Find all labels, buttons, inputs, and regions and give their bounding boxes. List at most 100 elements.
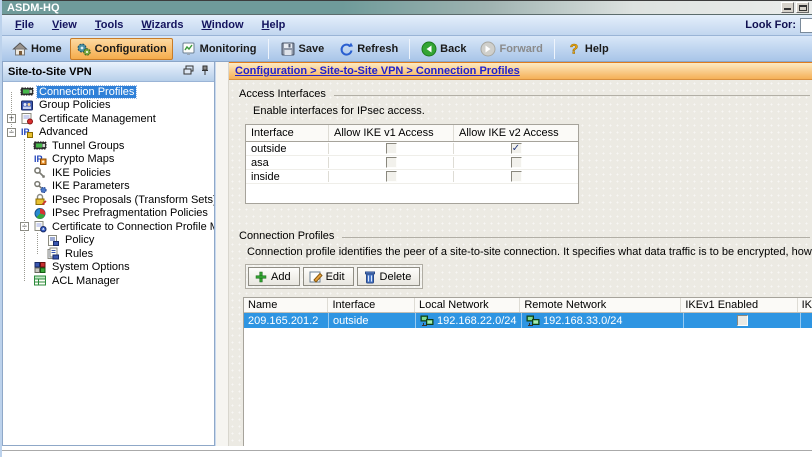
configuration-button[interactable]: Configuration — [70, 38, 173, 60]
cell-ikev1-enabled — [683, 313, 800, 328]
checkbox-unchecked[interactable] — [511, 157, 522, 168]
toolbar-button-label: Refresh — [357, 43, 398, 55]
tree-item-crypto-maps[interactable]: IPCrypto Maps — [3, 153, 214, 167]
column-header-allow-ike-v1-access[interactable]: Allow IKE v1 Access — [328, 125, 453, 141]
toolbar-separator — [268, 39, 269, 59]
connection-profiles-section-head: Connection Profiles — [239, 230, 810, 242]
acl-manager-icon — [33, 274, 47, 287]
tree-item-ike-parameters[interactable]: IKE Parameters — [3, 180, 214, 194]
home-button[interactable]: Home — [6, 38, 68, 60]
tree-item-ipsec-proposals-transform-sets[interactable]: IPsec Proposals (Transform Sets) — [3, 193, 214, 207]
section-rule — [334, 95, 810, 96]
tree-item-acl-manager[interactable]: ACL Manager — [3, 274, 214, 288]
checkbox-unchecked[interactable] — [386, 157, 397, 168]
look-for-input[interactable] — [800, 18, 812, 33]
add-button[interactable]: Add — [248, 267, 300, 286]
column-header-local-network[interactable]: Local Network — [414, 298, 519, 312]
tree-item-certificate-to-connection-profile-maps[interactable]: −Certificate to Connection Profile Maps — [3, 220, 214, 234]
access-table-row-outside[interactable]: outside✓ — [246, 142, 578, 156]
profile-row-209-165-201-2[interactable]: 209.165.201.2outside192.168.22.0/24192.1… — [244, 313, 812, 328]
column-header-name[interactable]: Name — [244, 298, 327, 312]
cell-interface: asa — [246, 157, 328, 169]
column-header-interface[interactable]: Interface — [327, 298, 413, 312]
refresh-button[interactable]: Refresh — [332, 38, 404, 60]
menu-tools[interactable]: Tools — [86, 17, 133, 33]
tree-item-policy[interactable]: Policy — [3, 234, 214, 248]
column-header-ik[interactable]: IK — [797, 298, 812, 312]
tree-item-system-options[interactable]: System Options — [3, 261, 214, 275]
tree-item-ipsec-prefragmentation-policies[interactable]: IPsec Prefragmentation Policies — [3, 207, 214, 221]
access-interfaces-section-head: Access Interfaces — [239, 88, 810, 100]
toolbar-button-label: Forward — [499, 43, 542, 55]
sidebar-header-icons — [183, 65, 209, 79]
cell-remote-network: 192.168.33.0/24 — [521, 313, 683, 328]
delete-icon — [362, 269, 377, 284]
advanced-icon: IP — [20, 126, 34, 139]
ipsec-prefragmentation-icon — [33, 207, 47, 220]
menu-file[interactable]: File — [6, 17, 43, 33]
panel-splitter[interactable] — [215, 62, 229, 446]
minimize-icon — [784, 8, 791, 10]
tree-item-advanced[interactable]: −IPAdvanced — [3, 126, 214, 140]
column-header-ikev1-enabled[interactable]: IKEv1 Enabled — [680, 298, 796, 312]
cell-name: 209.165.201.2 — [244, 313, 328, 328]
maximize-button[interactable] — [796, 2, 809, 13]
save-button[interactable]: Save — [274, 38, 331, 60]
column-header-remote-network[interactable]: Remote Network — [519, 298, 680, 312]
cell-ike-v1 — [328, 171, 453, 182]
column-header-allow-ike-v2-access[interactable]: Allow IKE v2 Access — [453, 125, 578, 141]
checkbox-unchecked[interactable] — [386, 143, 397, 154]
tree-item-label: ACL Manager — [50, 275, 121, 287]
tree-item-label: IPsec Prefragmentation Policies — [50, 207, 210, 219]
button-label: Add — [271, 271, 291, 283]
monitoring-button[interactable]: Monitoring — [175, 38, 263, 60]
breadcrumb[interactable]: Configuration > Site-to-Site VPN > Conne… — [235, 65, 520, 77]
cell-ike-v2 — [453, 157, 578, 168]
window-bottom — [2, 446, 812, 457]
checkbox-unchecked[interactable] — [386, 171, 397, 182]
forward-button[interactable]: Forward — [474, 38, 548, 60]
back-button[interactable]: Back — [415, 38, 472, 60]
certificate-management-icon — [20, 112, 34, 125]
access-interfaces-hint: Enable interfaces for IPsec access. — [253, 105, 812, 117]
column-header-interface[interactable]: Interface — [246, 125, 328, 141]
menu-window[interactable]: Window — [192, 17, 252, 33]
float-panel-icon[interactable] — [183, 65, 194, 78]
edit-icon — [308, 269, 323, 284]
tree-item-label: Group Policies — [37, 99, 113, 111]
checkbox-unchecked[interactable] — [737, 315, 748, 326]
edit-button[interactable]: Edit — [303, 267, 354, 286]
network-icon — [420, 315, 434, 327]
profiles-table-body: 209.165.201.2outside192.168.22.0/24192.1… — [244, 313, 812, 328]
window-body: Site-to-Site VPN Connection ProfilesGrou… — [2, 62, 812, 446]
configuration-icon — [76, 41, 92, 57]
main-panel: Configuration > Site-to-Site VPN > Conne… — [229, 62, 812, 446]
help-button[interactable]: ?Help — [560, 38, 615, 60]
checkbox-checked[interactable]: ✓ — [511, 143, 522, 154]
delete-button[interactable]: Delete — [357, 267, 421, 286]
tree-item-label: Connection Profiles — [37, 86, 136, 98]
policy-icon — [46, 234, 60, 247]
tree-item-certificate-management[interactable]: +Certificate Management — [3, 112, 214, 126]
profiles-table-header-row: NameInterfaceLocal NetworkRemote Network… — [244, 298, 812, 313]
cell-ike-v2 — [453, 171, 578, 182]
tree-item-rules[interactable]: Rules — [3, 247, 214, 261]
menu-wizards[interactable]: Wizards — [132, 17, 192, 33]
menu-view[interactable]: View — [43, 17, 86, 33]
access-table-row-asa[interactable]: asa — [246, 156, 578, 170]
button-label: Delete — [380, 271, 412, 283]
menu-help[interactable]: Help — [253, 17, 295, 33]
tree-item-ike-policies[interactable]: IKE Policies — [3, 166, 214, 180]
tree-item-connection-profiles[interactable]: Connection Profiles — [3, 85, 214, 99]
window-title: ASDM-HQ — [7, 2, 60, 14]
access-table-body: outside✓asainside — [246, 142, 578, 184]
tree-item-tunnel-groups[interactable]: Tunnel Groups — [3, 139, 214, 153]
access-table-row-inside[interactable]: inside — [246, 170, 578, 184]
toolbar-button-label: Save — [299, 43, 325, 55]
toolbar-separator — [409, 39, 410, 59]
tree-item-label: Certificate to Connection Profile Maps — [50, 221, 214, 233]
pin-panel-icon[interactable] — [201, 65, 209, 79]
minimize-button[interactable] — [781, 2, 794, 13]
checkbox-unchecked[interactable] — [511, 171, 522, 182]
tree-item-group-policies[interactable]: Group Policies — [3, 99, 214, 113]
